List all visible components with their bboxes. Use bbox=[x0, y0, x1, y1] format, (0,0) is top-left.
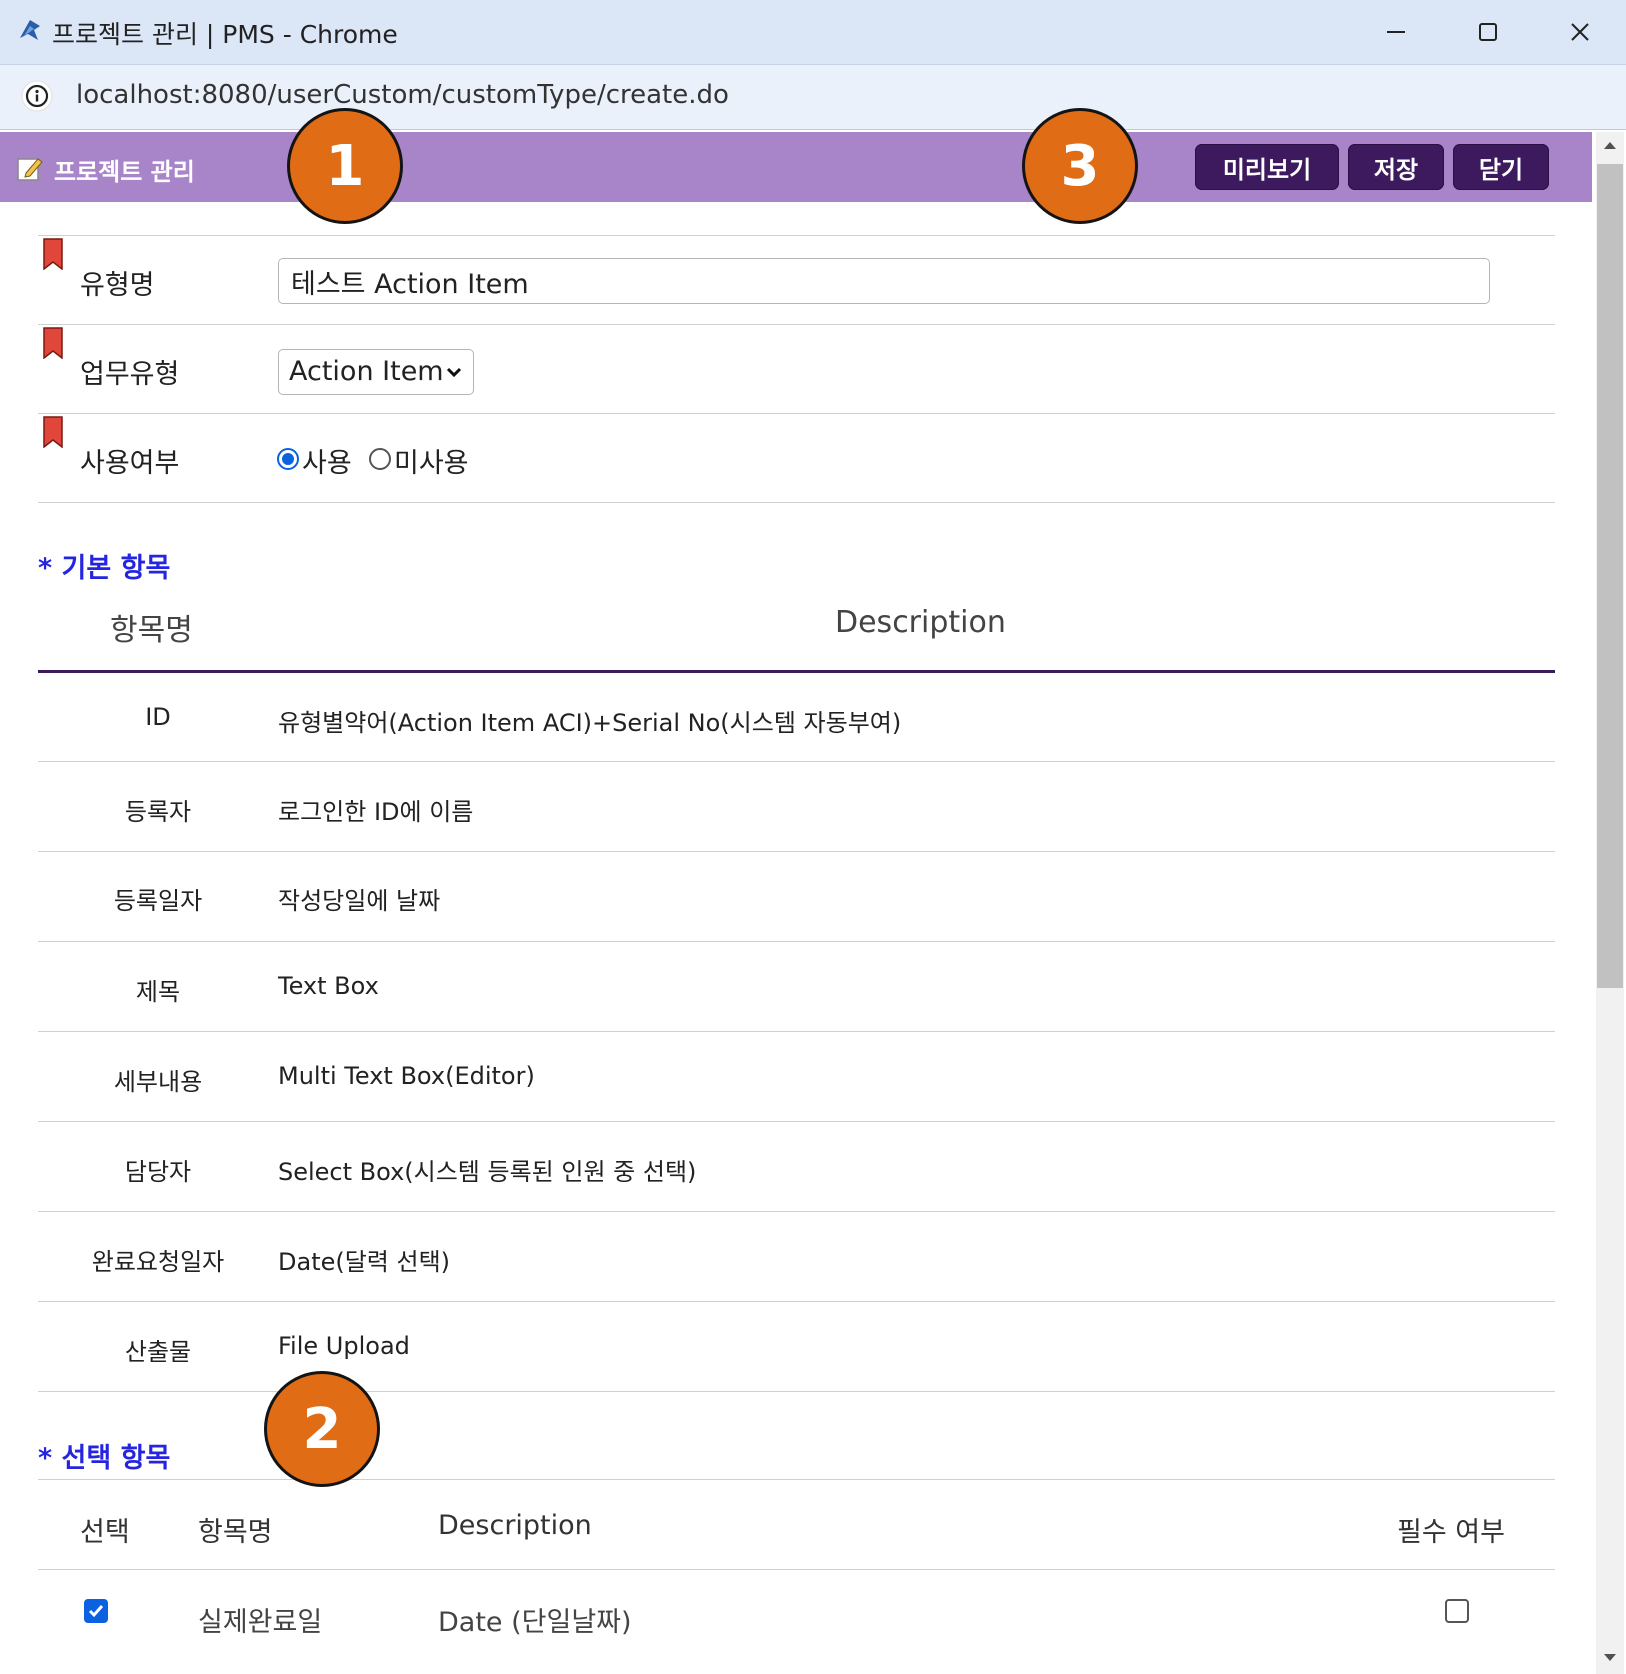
basic-section-title: * 기본 항목 bbox=[38, 553, 171, 584]
basic-header-desc: Description bbox=[835, 605, 1006, 640]
basic-row-desc: 유형별약어(Action Item ACI)+Serial No(시스템 자동부… bbox=[278, 709, 902, 737]
close-button[interactable]: 닫기 bbox=[1453, 144, 1549, 190]
window-title: 프로젝트 관리 | PMS - Chrome bbox=[52, 20, 398, 49]
divider bbox=[38, 1479, 1555, 1480]
address-bar[interactable]: localhost:8080/userCustom/customType/cre… bbox=[0, 65, 1626, 130]
basic-row-name: 제목 bbox=[135, 978, 181, 1006]
divider bbox=[38, 1569, 1555, 1570]
basic-row-desc: File Upload bbox=[278, 1332, 410, 1360]
maximize-icon bbox=[1479, 23, 1497, 41]
optional-section-title: * 선택 항목 bbox=[38, 1443, 171, 1474]
edit-icon bbox=[17, 158, 43, 181]
divider bbox=[38, 941, 1555, 942]
use-yn-label: 사용여부 bbox=[80, 448, 180, 479]
use-radio-label: 사용 bbox=[302, 448, 352, 479]
basic-row-name: 등록일자 bbox=[113, 887, 203, 915]
divider bbox=[38, 235, 1555, 236]
page-header: 프로젝트 관리 미리보기 저장 닫기 bbox=[0, 132, 1592, 202]
basic-row-desc: 작성당일에 날짜 bbox=[278, 887, 441, 915]
optional-row-desc: Date (단일날짜) bbox=[438, 1607, 632, 1638]
maximize-button[interactable] bbox=[1458, 8, 1518, 56]
basic-header-name: 항목명 bbox=[110, 613, 193, 648]
chevron-down-icon bbox=[446, 367, 462, 378]
type-name-input[interactable] bbox=[278, 258, 1490, 304]
basic-row-desc: Multi Text Box(Editor) bbox=[278, 1062, 535, 1090]
close-window-button[interactable] bbox=[1550, 8, 1610, 56]
select-checkbox[interactable] bbox=[84, 1599, 108, 1623]
divider bbox=[38, 1031, 1555, 1032]
annotation-badge: 1 bbox=[287, 108, 403, 224]
divider bbox=[38, 761, 1555, 762]
checkbox-icon bbox=[88, 1605, 104, 1618]
close-icon bbox=[1571, 23, 1589, 41]
optional-header-desc: Description bbox=[438, 1510, 592, 1541]
basic-row-name: 세부내용 bbox=[113, 1068, 203, 1096]
basic-row-name: ID bbox=[145, 703, 171, 731]
divider bbox=[38, 413, 1555, 414]
site-info-icon[interactable] bbox=[20, 79, 54, 113]
page-title: 프로젝트 관리 bbox=[54, 158, 195, 186]
scroll-down-icon[interactable] bbox=[1604, 1654, 1616, 1661]
divider bbox=[38, 1301, 1555, 1302]
bookmark-icon bbox=[43, 238, 63, 270]
optional-header-select: 선택 bbox=[80, 1517, 130, 1548]
work-type-value: Action Item bbox=[289, 356, 444, 387]
divider bbox=[38, 502, 1555, 503]
minimize-icon bbox=[1387, 31, 1405, 33]
basic-row-name: 완료요청일자 bbox=[91, 1248, 225, 1276]
bookmark-icon bbox=[43, 327, 63, 359]
annotation-badge: 3 bbox=[1022, 108, 1138, 224]
optional-header-name: 항목명 bbox=[198, 1517, 273, 1548]
minimize-button[interactable] bbox=[1366, 8, 1426, 56]
required-checkbox[interactable] bbox=[1445, 1599, 1469, 1623]
basic-row-name: 담당자 bbox=[124, 1158, 192, 1186]
divider bbox=[38, 324, 1555, 325]
unused-radio-label: 미사용 bbox=[394, 448, 469, 479]
divider bbox=[38, 1121, 1555, 1122]
basic-row-name: 산출물 bbox=[124, 1338, 192, 1366]
table-header-rule bbox=[38, 670, 1555, 673]
basic-row-desc: Select Box(시스템 등록된 인원 중 선택) bbox=[278, 1158, 697, 1186]
preview-button[interactable]: 미리보기 bbox=[1195, 144, 1339, 190]
type-name-label: 유형명 bbox=[80, 270, 155, 301]
optional-header-required: 필수 여부 bbox=[1397, 1517, 1505, 1548]
work-type-label: 업무유형 bbox=[80, 359, 180, 390]
basic-row-name: 등록자 bbox=[124, 798, 192, 826]
basic-row-desc: Date(달력 선택) bbox=[278, 1248, 451, 1276]
basic-row-desc: Text Box bbox=[278, 972, 379, 1000]
scroll-thumb[interactable] bbox=[1597, 164, 1623, 988]
app-icon bbox=[20, 20, 40, 40]
basic-row-desc: 로그인한 ID에 이름 bbox=[278, 798, 474, 826]
divider bbox=[38, 851, 1555, 852]
url-text[interactable]: localhost:8080/userCustom/customType/cre… bbox=[76, 80, 729, 110]
scrollbar[interactable] bbox=[1596, 132, 1624, 1674]
optional-row-name: 실제완료일 bbox=[198, 1607, 323, 1638]
work-type-select[interactable]: Action Item bbox=[278, 349, 474, 395]
unused-radio[interactable] bbox=[369, 448, 391, 470]
divider bbox=[38, 1211, 1555, 1212]
scroll-up-icon[interactable] bbox=[1604, 142, 1616, 149]
divider bbox=[38, 1391, 1555, 1392]
save-button[interactable]: 저장 bbox=[1348, 144, 1444, 190]
use-radio[interactable] bbox=[277, 448, 299, 470]
annotation-badge: 2 bbox=[264, 1371, 380, 1487]
bookmark-icon bbox=[43, 416, 63, 448]
window-titlebar: 프로젝트 관리 | PMS - Chrome bbox=[0, 0, 1626, 65]
